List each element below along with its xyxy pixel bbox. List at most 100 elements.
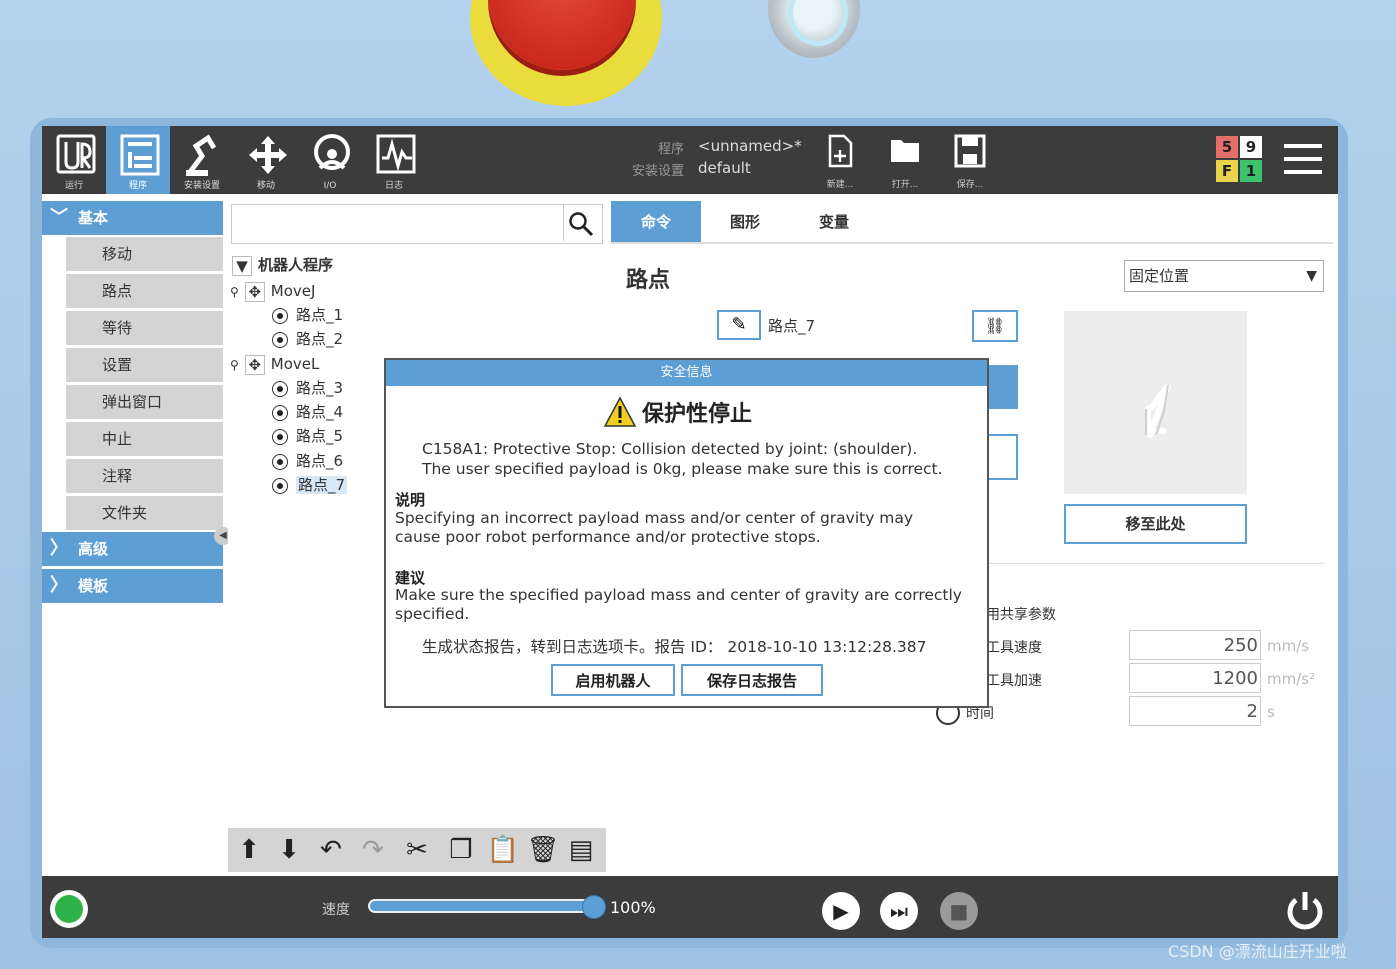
program-icon (120, 134, 160, 176)
dialog-error-line-1: C158A1: Protective Stop: Collision detec… (422, 440, 918, 458)
open-file-button[interactable]: 打开... (877, 134, 933, 190)
sidebar-category-basic-label: 基本 (78, 209, 109, 227)
tool-accel-input[interactable]: 1200 (1129, 663, 1261, 693)
waypoint-type-select[interactable]: 固定位置 ▼ (1124, 260, 1324, 292)
installation-label: 安装设置 (632, 164, 685, 179)
tree-node-waypoint-7[interactable]: 路点_7 (272, 474, 348, 496)
dialog-title: 保护性停止 (642, 402, 753, 427)
redo-icon[interactable]: ↷ (356, 832, 390, 868)
move-up-icon[interactable]: ⬆ (232, 832, 266, 868)
dialog-header: 安全信息 (386, 360, 987, 386)
waypoint-icon (272, 380, 288, 397)
speed-slider-handle[interactable] (582, 895, 606, 919)
installation-name: default (698, 159, 751, 177)
counter-bottom-right: 1 (1240, 160, 1262, 182)
counter-top-left: 5 (1216, 136, 1238, 158)
nav-move[interactable]: 移动 (234, 126, 298, 194)
move-down-icon[interactable]: ⬇ (272, 832, 306, 868)
undo-icon[interactable]: ↶ (314, 832, 348, 868)
sidebar-item-move[interactable]: 移动 (66, 237, 223, 273)
program-name: <unnamed>* (698, 137, 802, 155)
tree-search-input[interactable] (231, 204, 603, 244)
tree-root[interactable]: ▼ 机器人程序 (232, 254, 333, 276)
tree-node-waypoint-3[interactable]: 路点_3 (272, 377, 343, 399)
safety-counters[interactable]: 5 9 F 1 (1214, 134, 1264, 184)
tree-node-waypoint-4-label: 路点_4 (296, 403, 344, 421)
cut-icon[interactable]: ✂ (400, 832, 434, 868)
tree-root-label: 机器人程序 (258, 256, 334, 274)
nav-program-label: 程序 (128, 181, 147, 191)
sidebar-category-basic[interactable]: ﹀ 基本 (42, 201, 223, 235)
sidebar-item-folder[interactable]: 文件夹 (66, 496, 223, 532)
robot-arm-icon (1145, 383, 1171, 438)
tree-node-movel[interactable]: ⚲ ✥ MoveL (230, 353, 319, 375)
tree-node-waypoint-2[interactable]: 路点_2 (272, 328, 343, 350)
dialog-explain-line-2: cause poor robot performance and/or prot… (395, 528, 821, 546)
nav-io-label: I/O (323, 181, 337, 191)
time-input[interactable]: 2 (1129, 696, 1261, 726)
link-icon: ⛓ (984, 316, 1006, 335)
tree-node-waypoint-6-label: 路点_6 (296, 452, 344, 470)
play-icon: ▶ (833, 899, 849, 923)
save-log-report-button[interactable]: 保存日志报告 (681, 664, 823, 696)
dialog-error-line-2: The user specified payload is 0kg, pleas… (422, 460, 943, 478)
play-button[interactable]: ▶ (822, 892, 860, 930)
edit-name-button[interactable]: ✎ (717, 310, 761, 340)
step-button[interactable]: ⏭ (880, 892, 918, 930)
tree-node-waypoint-4[interactable]: 路点_4 (272, 401, 343, 423)
tree-node-waypoint-6[interactable]: 路点_6 (272, 450, 343, 472)
link-waypoint-button[interactable]: ⛓ (972, 310, 1018, 342)
sidebar-item-waypoint[interactable]: 路点 (66, 274, 223, 310)
nav-program[interactable]: 程序 (106, 126, 170, 194)
tree-node-movej-label: MoveJ (270, 282, 316, 300)
tree-node-waypoint-5-label: 路点_5 (296, 427, 344, 445)
delete-icon[interactable]: 🗑 (526, 832, 560, 868)
sidebar-item-set[interactable]: 设置 (66, 348, 223, 384)
program-label: 程序 (658, 142, 685, 157)
sidebar-category-advanced[interactable]: 〉高级 (42, 532, 223, 566)
hamburger-menu-icon[interactable] (1284, 142, 1324, 178)
nav-installation[interactable]: 安装设置 (170, 126, 234, 194)
new-file-button[interactable]: 新建... (812, 134, 868, 190)
tool-speed-input[interactable]: 250 (1129, 630, 1261, 660)
nav-log[interactable]: 日志 (362, 126, 426, 194)
stop-icon: ■ (949, 899, 969, 923)
stop-button[interactable]: ■ (940, 892, 978, 930)
sidebar-category-templates[interactable]: 〉模板 (42, 569, 223, 603)
robot-status-button[interactable] (50, 890, 88, 928)
tree-node-movel-label: MoveL (270, 355, 320, 373)
speed-value: 100% (610, 898, 656, 917)
sidebar-item-popup[interactable]: 弹出窗口 (66, 385, 223, 421)
tree-node-waypoint-1[interactable]: 路点_1 (272, 304, 343, 326)
paste-icon[interactable]: 📋 (486, 832, 520, 868)
tab-command[interactable]: 命令 (611, 201, 701, 243)
waypoint-icon (272, 477, 288, 494)
tree-node-movej[interactable]: ⚲ ✥ MoveJ (230, 280, 315, 302)
open-file-label: 打开... (891, 180, 919, 190)
nav-installation-label: 安装设置 (183, 181, 220, 191)
collapse-triangle-icon: ▼ (232, 255, 252, 276)
top-bar: 运行 程序 安装设置 移动 I/O 日志 程序 <unnamed>* 安装设置 … (42, 126, 1338, 194)
tree-node-waypoint-5[interactable]: 路点_5 (272, 425, 343, 447)
speed-slider-fill (370, 901, 594, 911)
tab-underline (611, 242, 1333, 244)
log-icon (376, 134, 416, 174)
nav-run[interactable]: 运行 (42, 126, 106, 194)
enable-robot-button[interactable]: 启用机器人 (551, 664, 675, 696)
dialog-suggest-line-1: Make sure the specified payload mass and… (395, 586, 962, 604)
nav-io[interactable]: I/O (298, 126, 362, 194)
waypoint-icon (272, 307, 288, 324)
sidebar-item-halt[interactable]: 中止 (66, 422, 223, 458)
search-icon[interactable] (568, 211, 594, 237)
suppress-icon[interactable]: ▤ (564, 832, 598, 868)
tab-variables[interactable]: 变量 (789, 201, 879, 243)
sidebar-item-wait[interactable]: 等待 (66, 311, 223, 347)
sidebar-item-comment[interactable]: 注释 (66, 459, 223, 495)
move-here-button[interactable]: 移至此处 (1064, 504, 1247, 544)
speed-slider-track[interactable] (368, 899, 596, 913)
tab-graphics[interactable]: 图形 (701, 201, 789, 243)
save-file-button[interactable]: 保存... (942, 134, 998, 190)
nav-log-label: 日志 (384, 181, 403, 191)
power-off-icon[interactable] (1284, 890, 1326, 930)
copy-icon[interactable]: ❐ (444, 832, 478, 868)
